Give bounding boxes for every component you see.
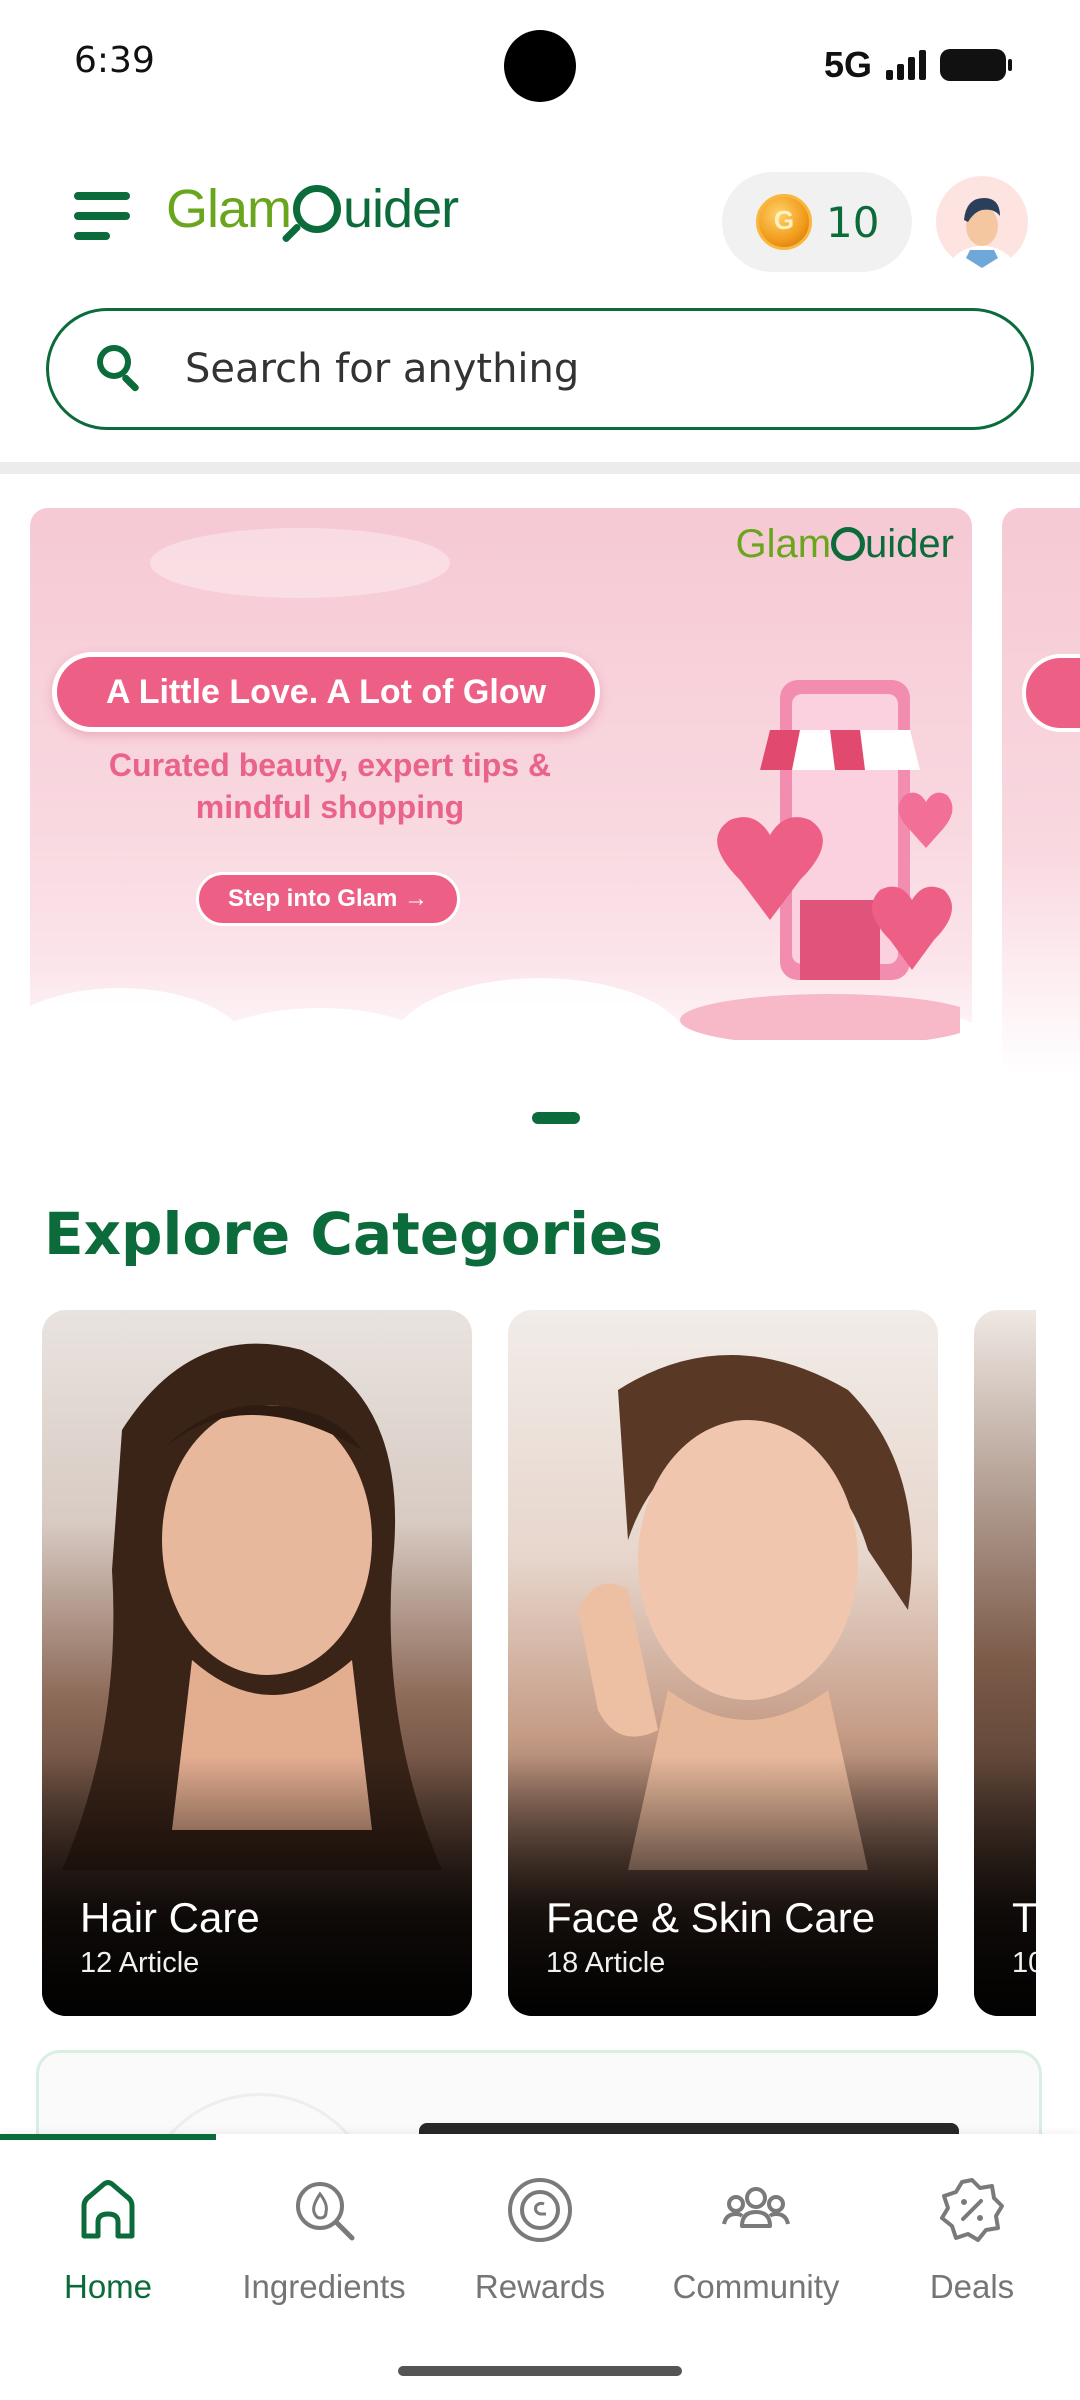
bottom-navigation: Home Ingredients Rewards Community Deals [0, 2134, 1080, 2400]
search-icon [97, 345, 145, 393]
camera-cutout [504, 30, 576, 102]
active-tab-indicator [0, 2134, 216, 2140]
search-placeholder: Search for anything [185, 346, 580, 392]
coin-count: 10 [826, 197, 880, 247]
community-icon [722, 2187, 790, 2228]
banner-subtitle: Curated beauty, expert tips & mindful sh… [108, 747, 552, 825]
coins-balance-button[interactable]: 10 [722, 172, 912, 272]
network-type: 5G [823, 44, 872, 85]
nav-home[interactable]: Home [0, 2174, 216, 2306]
category-article-count: 18 Article [546, 1947, 666, 1979]
status-time: 6:39 [74, 40, 155, 81]
banner-headline: A Little Love. A Lot of Glow [52, 652, 600, 732]
banner-logo-glam: Glam [735, 522, 832, 566]
category-article-count: 10 [1012, 1947, 1036, 1979]
menu-icon[interactable] [74, 190, 134, 244]
carousel-indicator [532, 1112, 580, 1124]
app-logo: Glam uider [166, 178, 459, 240]
banner-logo: Glam uider [735, 522, 954, 567]
app-header: Glam uider 10 [0, 160, 1080, 280]
home-icon [81, 2180, 135, 2239]
ingredients-icon [296, 2182, 355, 2241]
status-indicators: 5G [823, 44, 1012, 86]
search-input[interactable]: Search for anything [46, 308, 1034, 430]
shopping-phone-illustration [680, 680, 960, 1040]
category-name: Face & Skin Care [546, 1894, 876, 1941]
category-name: Hair Care [80, 1894, 260, 1941]
nav-community[interactable]: Community [648, 2174, 864, 2306]
category-card-hair-care[interactable]: Hair Care 12 Article [42, 1310, 472, 2016]
signal-icon [886, 50, 926, 80]
nav-rewards[interactable]: Rewards [432, 2174, 648, 2306]
nav-ingredients[interactable]: Ingredients [216, 2174, 432, 2306]
step-into-glam-button[interactable]: Step into Glam → [196, 872, 460, 926]
status-bar: 6:39 5G [0, 0, 1080, 130]
nav-deals[interactable]: Deals [864, 2174, 1080, 2306]
logo-text-uider: uider [343, 179, 459, 239]
logo-magnifier-icon [293, 185, 342, 233]
home-gesture-bar[interactable] [398, 2366, 682, 2376]
profile-avatar[interactable] [936, 176, 1028, 268]
category-name: T [1012, 1894, 1036, 1941]
battery-icon [940, 49, 1012, 81]
avatar-illustration [948, 198, 1016, 268]
logo-text-glam: Glam [166, 179, 292, 239]
nav-label: Ingredients [242, 2268, 406, 2305]
nav-label: Home [63, 2268, 153, 2305]
nav-label: Rewards [474, 2268, 606, 2305]
banner-logo-uider: uider [865, 522, 954, 566]
nav-label: Community [672, 2268, 840, 2305]
section-divider [0, 462, 1080, 474]
category-card-face-skin-care[interactable]: Face & Skin Care 18 Article [508, 1310, 938, 2016]
rewards-icon [508, 2178, 572, 2242]
coin-icon [756, 194, 812, 250]
category-card-partial[interactable]: T 10 [974, 1310, 1036, 2016]
section-title-explore-categories: Explore Categories [44, 1200, 663, 1268]
next-banner-peek[interactable] [1002, 508, 1080, 1076]
nav-label: Deals [929, 2268, 1015, 2305]
promo-banner[interactable]: Glam uider A Little Love. A Lot of Glow C… [30, 508, 972, 1076]
category-article-count: 12 Article [80, 1947, 200, 1979]
deals-icon [940, 2178, 1004, 2242]
